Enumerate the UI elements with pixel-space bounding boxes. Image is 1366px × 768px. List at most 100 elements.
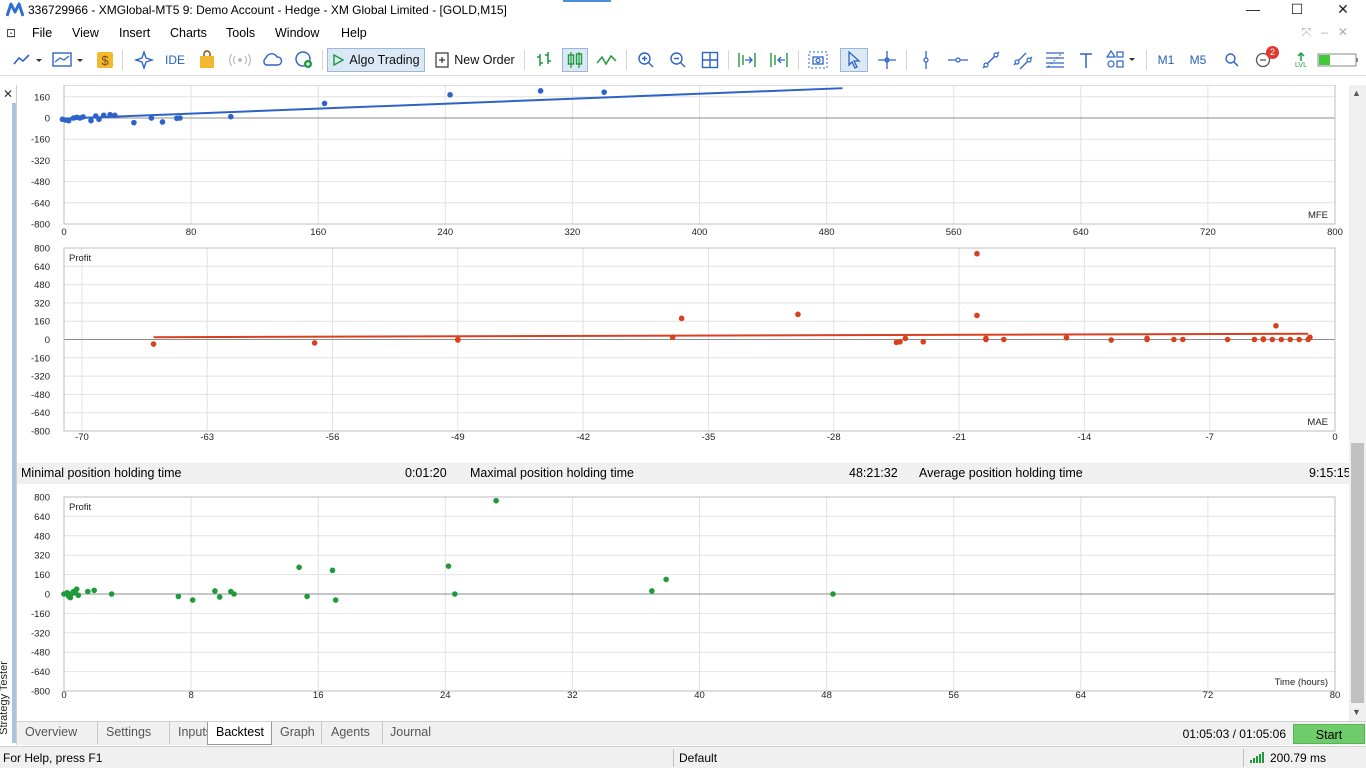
- menu-help[interactable]: Help: [341, 26, 367, 40]
- shopping-bag-icon[interactable]: [196, 48, 218, 72]
- candlestick-icon[interactable]: [562, 48, 588, 72]
- signal-strength-icon[interactable]: LVL: [1290, 48, 1312, 72]
- x-tick-label: 800: [1327, 227, 1343, 238]
- autoscroll-icon[interactable]: [734, 48, 760, 72]
- y-tick-label: -320: [31, 372, 50, 383]
- grid-icon[interactable]: [698, 48, 722, 72]
- y-tick-label: -160: [31, 135, 50, 146]
- dollar-icon[interactable]: $: [94, 48, 116, 72]
- tab-settings[interactable]: Settings: [98, 722, 170, 744]
- cursor-icon[interactable]: [840, 48, 868, 72]
- signal-icon[interactable]: [228, 48, 252, 72]
- chart-window-controls[interactable]: ⤧–✕: [1302, 25, 1358, 40]
- notifications-button[interactable]: 2: [1252, 46, 1279, 72]
- data-point: [1224, 336, 1231, 343]
- tab-journal[interactable]: Journal: [382, 722, 442, 744]
- y-tick-label: 160: [34, 570, 50, 581]
- fibonacci-icon[interactable]: [1042, 48, 1068, 72]
- data-point: [231, 591, 237, 597]
- y-tick-label: 320: [34, 298, 50, 309]
- line-chart-icon[interactable]: [10, 48, 44, 72]
- screenshot-icon[interactable]: [806, 48, 830, 72]
- menu-window[interactable]: Window: [275, 26, 319, 40]
- crosshair-icon[interactable]: [874, 48, 900, 72]
- bar-chart-icon[interactable]: [532, 48, 556, 72]
- metatrader-logo-icon: [6, 2, 24, 17]
- status-profile: Default: [679, 751, 718, 765]
- data-point: [175, 593, 182, 600]
- horizontal-line-icon[interactable]: [944, 48, 972, 72]
- data-point: [452, 591, 458, 597]
- menu-insert[interactable]: Insert: [119, 26, 150, 40]
- channel-icon[interactable]: [1010, 48, 1036, 72]
- search-icon[interactable]: [1220, 48, 1244, 72]
- scroll-down-icon[interactable]: ▼: [1352, 707, 1361, 717]
- data-point: [663, 576, 669, 583]
- cloud-icon[interactable]: [260, 48, 284, 72]
- data-point: [148, 115, 155, 121]
- x-tick-label: 640: [1073, 227, 1089, 238]
- mfe-chart: 0801602403204004805606407208003201600-16…: [31, 85, 1343, 238]
- timeframe-m1-button[interactable]: M1: [1152, 48, 1180, 72]
- data-point: [216, 594, 223, 600]
- y-tick-label: -800: [31, 687, 50, 698]
- y-tick-label: 640: [34, 512, 50, 523]
- tab-agents[interactable]: Agents: [323, 722, 383, 744]
- data-point: [112, 112, 118, 119]
- data-point: [669, 334, 676, 341]
- data-point: [445, 563, 452, 569]
- zoom-out-icon[interactable]: [666, 48, 690, 72]
- close-button[interactable]: ✕: [1320, 0, 1366, 22]
- data-point: [920, 338, 927, 345]
- zoom-in-icon[interactable]: [634, 48, 658, 72]
- data-point: [1296, 336, 1302, 343]
- chart-shift-icon[interactable]: [766, 48, 792, 72]
- data-point: [228, 113, 234, 120]
- y-tick-label: -160: [31, 609, 50, 620]
- chart-window-menu-icon[interactable]: ⊡: [6, 26, 16, 40]
- y-tick-label: 0: [45, 114, 50, 125]
- x-tick-label: 0: [61, 227, 66, 238]
- line-icon[interactable]: [594, 48, 620, 72]
- scrollbar-thumb[interactable]: [1351, 443, 1364, 703]
- data-point: [830, 591, 836, 597]
- tab-backtest[interactable]: Backtest: [207, 722, 272, 745]
- timeframe-m5-button[interactable]: M5: [1184, 48, 1212, 72]
- x-axis-label: Time (hours): [1275, 677, 1329, 688]
- data-point: [108, 591, 115, 597]
- vps-icon[interactable]: [292, 48, 316, 72]
- data-point: [1144, 335, 1150, 342]
- data-point: [212, 588, 218, 594]
- data-point: [177, 115, 183, 121]
- menu-file[interactable]: File: [32, 26, 52, 40]
- avg-holding-label: Average position holding time: [919, 466, 1083, 480]
- y-tick-label: -160: [31, 353, 50, 364]
- tab-overview[interactable]: Overview: [17, 722, 98, 744]
- data-point: [974, 250, 980, 257]
- trendline-icon[interactable]: [978, 48, 1004, 72]
- chart-type-icon[interactable]: [50, 48, 86, 72]
- text-icon[interactable]: [1074, 48, 1098, 72]
- new-order-button[interactable]: New Order: [432, 48, 518, 72]
- shapes-icon[interactable]: [1104, 48, 1140, 72]
- maximize-button[interactable]: ☐: [1274, 0, 1320, 22]
- tab-graph[interactable]: Graph: [272, 722, 322, 744]
- plus-icon: [435, 52, 449, 68]
- scroll-up-icon[interactable]: ▲: [1352, 88, 1361, 98]
- vertical-scrollbar[interactable]: ▲ ▼: [1349, 85, 1366, 721]
- y-tick-label: -480: [31, 648, 50, 659]
- algo-trading-button[interactable]: Algo Trading: [327, 48, 425, 72]
- minimize-button[interactable]: —: [1230, 0, 1276, 22]
- data-point: [974, 312, 980, 319]
- menu-charts[interactable]: Charts: [170, 26, 207, 40]
- ide-button[interactable]: IDE: [162, 48, 188, 72]
- sparkle-icon[interactable]: [132, 48, 156, 72]
- x-tick-label: 40: [694, 690, 705, 701]
- close-tester-icon[interactable]: ✕: [3, 87, 13, 101]
- menu-view[interactable]: View: [72, 26, 99, 40]
- start-button[interactable]: Start: [1293, 724, 1365, 744]
- y-tick-label: -640: [31, 198, 50, 209]
- strategy-tester-label: Strategy Tester: [0, 661, 10, 735]
- vertical-line-icon[interactable]: [914, 48, 938, 72]
- menu-tools[interactable]: Tools: [226, 26, 255, 40]
